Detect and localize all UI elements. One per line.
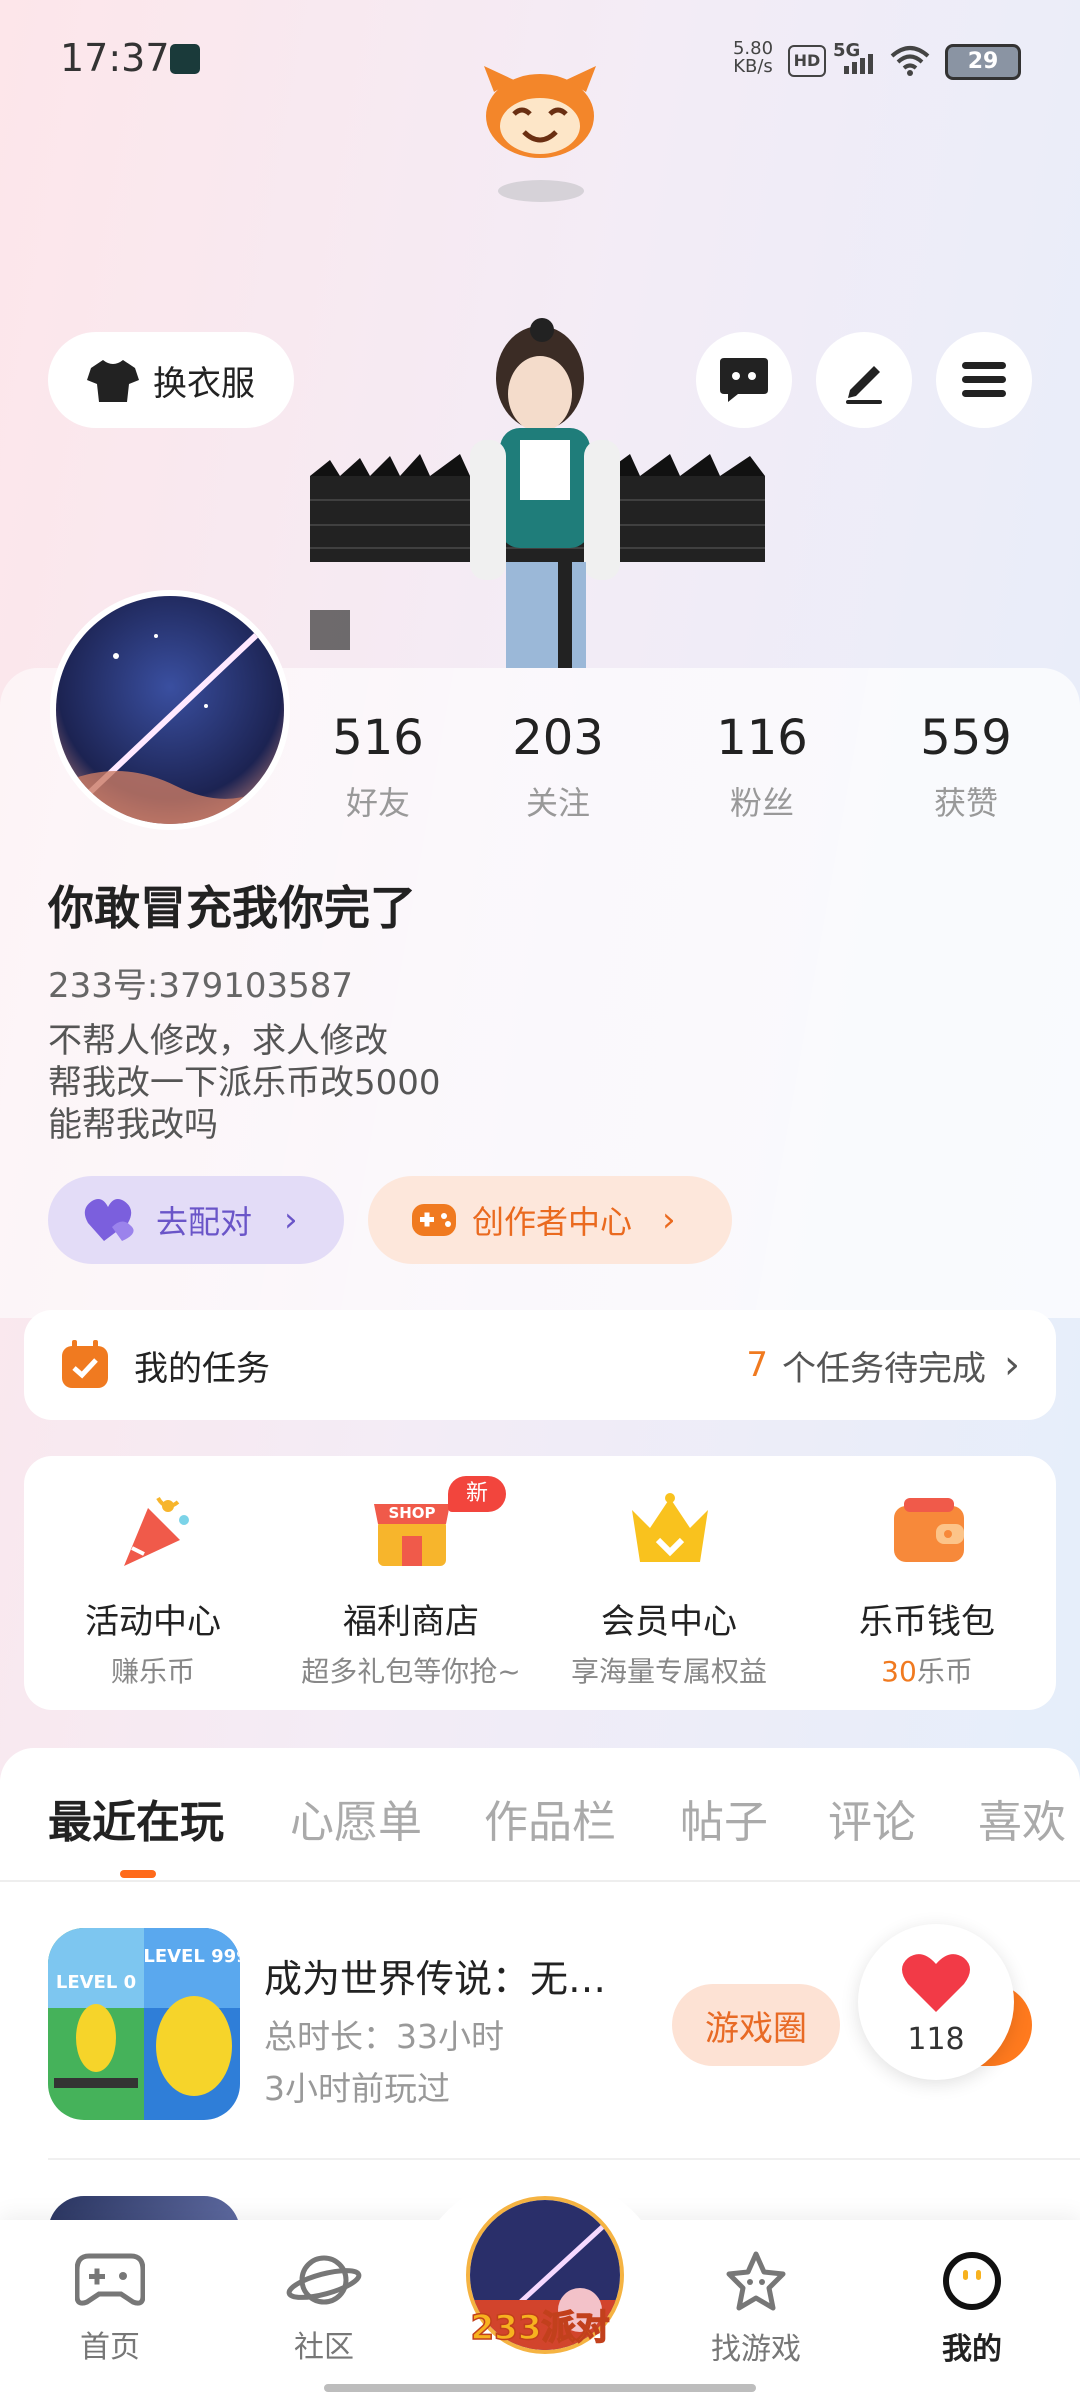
coin-wallet-item[interactable]: 乐币钱包 30乐币 <box>798 1456 1056 1710</box>
likes-label: 获赞 <box>933 784 998 822</box>
home-indicator[interactable] <box>324 2384 756 2392</box>
friends-count[interactable]: 516 <box>298 710 458 766</box>
friends-label: 好友 <box>345 784 410 822</box>
nav-find-games[interactable]: 找游戏 <box>686 2250 826 2368</box>
vip-center-item[interactable]: 会员中心 享海量专属权益 <box>540 1456 798 1710</box>
edit-profile-button[interactable] <box>816 332 912 428</box>
activity-center-item[interactable]: 活动中心 赚乐币 <box>24 1456 282 1710</box>
like-bubble[interactable]: 118 <box>858 1924 1014 2080</box>
creator-center-button[interactable]: 创作者中心 › <box>368 1176 732 1264</box>
game-icon-text-left: LEVEL 0 <box>56 1972 136 1993</box>
wifi-icon <box>890 46 930 76</box>
nav-mine-label: 我的 <box>942 2332 1002 2367</box>
planet-icon <box>286 2255 362 2305</box>
wallet-icon <box>894 1498 964 1562</box>
welfare-shop-title: 福利商店 <box>343 1602 479 1642</box>
calendar-icon <box>62 1340 108 1388</box>
chevron-right-icon: › <box>1004 1342 1020 1388</box>
my-tasks-title: 我的任务 <box>134 1348 270 1389</box>
user-id[interactable]: 233号:379103587 <box>48 958 353 1007</box>
tasks-suffix: 个任务待完成 <box>782 1348 986 1389</box>
party-center-label: 233派对 <box>470 2307 610 2349</box>
my-tasks-row[interactable]: 我的任务 7 个任务待完成 › <box>24 1310 1056 1420</box>
feature-grid: 活动中心 赚乐币 SHOP 福利商店 超多礼包等你抢~ 会员中心 享海量专属权益… <box>24 1456 1056 1710</box>
tab-works[interactable]: 作品栏 <box>484 1786 616 1850</box>
tab-comments[interactable]: 评论 <box>828 1786 916 1850</box>
coin-balance: 30 <box>881 1655 917 1688</box>
user-avatar[interactable] <box>50 590 290 830</box>
change-outfit-button[interactable]: 换衣服 <box>48 332 294 428</box>
heart-pair-icon <box>84 1199 134 1241</box>
coin-wallet-title: 乐币钱包 <box>859 1602 995 1642</box>
tab-posts[interactable]: 帖子 <box>680 1786 768 1850</box>
tab-wishlist[interactable]: 心愿单 <box>290 1786 422 1850</box>
divider <box>0 1880 1080 1882</box>
menu-button[interactable] <box>936 332 1032 428</box>
change-outfit-label: 换衣服 <box>153 363 255 404</box>
svg-text:SHOP: SHOP <box>388 1504 435 1522</box>
battery-indicator: 29 <box>945 44 1021 80</box>
nav-community[interactable]: 社区 <box>254 2250 394 2366</box>
coin-wallet-sub: 30乐币 <box>798 1650 1056 1690</box>
nav-community-label: 社区 <box>294 2330 354 2365</box>
game-circle-button[interactable]: 游戏圈 <box>672 1984 840 2066</box>
followers-count[interactable]: 116 <box>682 710 842 766</box>
activity-center-sub: 赚乐币 <box>110 1655 195 1688</box>
signal-icon <box>844 54 873 74</box>
vip-center-sub: 享海量专属权益 <box>570 1655 767 1688</box>
new-badge: 新 <box>448 1476 506 1512</box>
bio-line: 不帮人修改，求人修改 <box>48 1021 388 1061</box>
match-button[interactable]: 去配对 › <box>48 1176 344 1264</box>
nav-home-label: 首页 <box>80 2330 140 2365</box>
chevron-right-icon: › <box>284 1200 298 1240</box>
active-tab-indicator <box>120 1870 156 1878</box>
following-count[interactable]: 203 <box>478 710 638 766</box>
vip-center-title: 会员中心 <box>601 1602 737 1642</box>
game-last-played: 3小时前玩过 <box>264 2069 450 2108</box>
gamepad-icon <box>412 1204 456 1236</box>
game-icon[interactable]: LEVEL 0 LEVEL 999 <box>48 1928 240 2120</box>
bio-line: 能帮我改吗 <box>48 1105 218 1145</box>
tab-likes[interactable]: 喜欢 <box>978 1786 1066 1850</box>
game-title[interactable]: 成为世界传说：无… <box>264 1948 644 2003</box>
menu-icon <box>962 362 1006 397</box>
network-speed: 5.80 KB/s <box>732 38 774 77</box>
heart-icon <box>902 1954 970 2012</box>
following-label: 关注 <box>525 784 590 822</box>
username: 你敢冒充我你完了 <box>48 881 416 935</box>
bio-line: 帮我改一下派乐币改5000 <box>48 1063 441 1103</box>
mascot-icon[interactable] <box>480 62 600 162</box>
app-notification-icon <box>170 44 200 74</box>
welfare-shop-sub: 超多礼包等你抢~ <box>301 1655 521 1688</box>
tab-recent-play[interactable]: 最近在玩 <box>48 1786 224 1850</box>
coin-unit: 乐币 <box>916 1655 973 1688</box>
like-count: 118 <box>907 2022 965 2057</box>
profile-face-icon <box>943 2252 1001 2310</box>
tasks-count: 7 <box>746 1345 768 1385</box>
followers-label: 粉丝 <box>729 784 794 822</box>
party-popper-icon <box>124 1496 189 1566</box>
likes-count[interactable]: 559 <box>886 710 1046 766</box>
status-time: 17:37 <box>60 36 170 80</box>
character-avatar[interactable] <box>310 310 770 668</box>
shop-icon: SHOP <box>374 1504 450 1566</box>
divider <box>48 2158 1080 2160</box>
tshirt-icon <box>87 360 139 402</box>
game-total-time: 总时长：33小时 <box>264 2017 504 2056</box>
nav-mine[interactable]: 我的 <box>902 2250 1042 2368</box>
nav-home[interactable]: 首页 <box>40 2250 180 2366</box>
creator-center-label: 创作者中心 <box>472 1203 633 1241</box>
match-label: 去配对 <box>156 1203 253 1241</box>
edit-icon <box>846 366 882 404</box>
mascot-shadow <box>498 180 584 202</box>
chevron-right-icon: › <box>662 1200 676 1240</box>
crown-icon <box>632 1493 708 1562</box>
star-icon <box>726 2251 786 2311</box>
game-icon-text-right: LEVEL 999 <box>143 1946 240 1967</box>
nav-find-games-label: 找游戏 <box>711 2332 801 2367</box>
user-bio: 不帮人修改，求人修改 帮我改一下派乐币改5000 能帮我改吗 <box>48 1020 441 1146</box>
hd-icon: HD <box>788 45 826 77</box>
activity-center-title: 活动中心 <box>85 1602 221 1642</box>
gamepad-icon <box>74 2253 146 2306</box>
